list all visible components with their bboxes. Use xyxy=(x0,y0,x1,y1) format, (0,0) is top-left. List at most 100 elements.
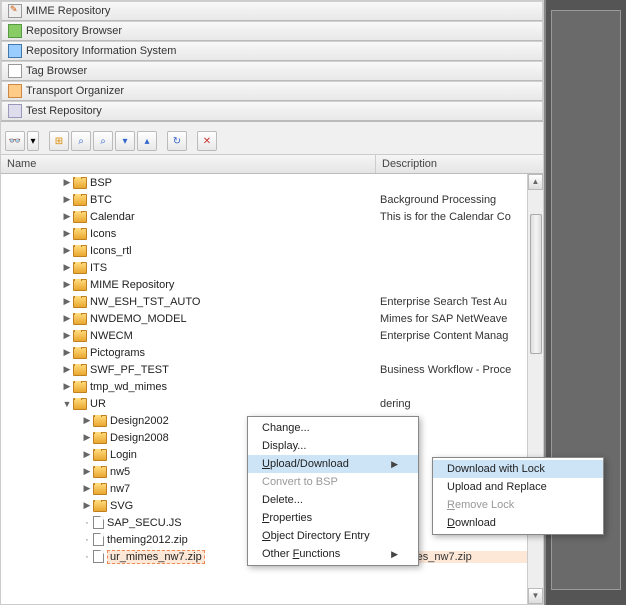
ctx-label: Delete... xyxy=(262,494,303,506)
ctx-item[interactable]: Display... xyxy=(248,437,418,455)
folder-icon xyxy=(93,466,107,478)
submenu-item[interactable]: Download with Lock xyxy=(433,460,603,478)
ctx-item[interactable]: Other Functions▶ xyxy=(248,545,418,563)
expander-icon[interactable]: ▶ xyxy=(61,262,73,274)
tree-row[interactable]: ▶NWECMEnterprise Content Manag xyxy=(1,327,543,344)
ctx-item[interactable]: Object Directory Entry xyxy=(248,527,418,545)
folder-icon xyxy=(73,381,87,393)
tree-row[interactable]: ▶NWDEMO_MODELMimes for SAP NetWeave xyxy=(1,310,543,327)
tool-find-next-icon[interactable]: ⌕ xyxy=(93,131,113,151)
tool-find-icon[interactable]: ⌕ xyxy=(71,131,91,151)
nav-icon xyxy=(8,44,22,58)
nav-label: Tag Browser xyxy=(26,65,87,77)
tree-row[interactable]: ▶ BTC Background Processing xyxy=(1,191,543,208)
expander-icon[interactable]: ▶ xyxy=(81,432,93,444)
tool-refresh-icon[interactable]: ↻ xyxy=(167,131,187,151)
expander-icon[interactable]: ▶ xyxy=(61,279,73,291)
submenu-label: Download xyxy=(447,517,496,529)
ctx-item[interactable]: Change... xyxy=(248,419,418,437)
nav-item-2[interactable]: Repository Information System xyxy=(1,41,543,61)
tool-close-icon[interactable]: ✕ xyxy=(197,131,217,151)
nav-item-0[interactable]: MIME Repository xyxy=(1,1,543,21)
submenu-item[interactable]: Upload and Replace xyxy=(433,478,603,496)
tree-row[interactable]: ▶Icons_rtl xyxy=(1,242,543,259)
expander-icon[interactable]: ▶ xyxy=(61,313,73,325)
tree-row[interactable]: ▶SWF_PF_TESTBusiness Workflow - Proce xyxy=(1,361,543,378)
expander-icon[interactable]: ▶ xyxy=(81,466,93,478)
scrollbar[interactable]: ▲ ▼ xyxy=(527,174,543,604)
folder-icon xyxy=(73,398,87,410)
tree-row[interactable]: ▶ MIME Repository xyxy=(1,276,543,293)
expander-icon[interactable]: ▼ xyxy=(61,398,73,410)
row-label: ITS xyxy=(90,262,107,274)
tree-row[interactable]: ▶ BSP xyxy=(1,174,543,191)
ctx-label: Other Functions xyxy=(262,548,340,560)
ctx-label: Properties xyxy=(262,512,312,524)
ctx-item[interactable]: Delete... xyxy=(248,491,418,509)
row-label: MIME Repository xyxy=(90,279,174,291)
expander-icon[interactable]: ▶ xyxy=(61,228,73,240)
col-name[interactable]: Name xyxy=(1,155,376,173)
row-label: Icons xyxy=(90,228,116,240)
row-label: BTC xyxy=(90,194,112,206)
tree-row[interactable]: ▶ Icons xyxy=(1,225,543,242)
expander-icon[interactable]: ▶ xyxy=(61,347,73,359)
folder-icon xyxy=(73,296,87,308)
tool-glasses-icon[interactable]: 👓 xyxy=(5,131,25,151)
row-desc: Background Processing xyxy=(376,194,543,206)
expander-icon[interactable]: ▶ xyxy=(61,194,73,206)
tool-expand-icon[interactable]: ▴ xyxy=(137,131,157,151)
row-label: Login xyxy=(110,449,137,461)
ctx-item[interactable]: Upload/Download▶ xyxy=(248,455,418,473)
row-desc: Enterprise Search Test Au xyxy=(376,296,543,308)
expander-icon[interactable]: ▶ xyxy=(61,211,73,223)
expander-icon[interactable]: ▶ xyxy=(81,483,93,495)
folder-icon xyxy=(93,415,107,427)
tree-row[interactable]: ▶Pictograms xyxy=(1,344,543,361)
expander-icon[interactable]: ▶ xyxy=(61,364,73,376)
folder-icon xyxy=(73,313,87,325)
tree-row[interactable]: ▶tmp_wd_mimes xyxy=(1,378,543,395)
row-label: BSP xyxy=(90,177,112,189)
nav-icon xyxy=(8,24,22,38)
submenu[interactable]: Download with LockUpload and ReplaceRemo… xyxy=(432,457,604,535)
tree-row[interactable]: ▶ ITS xyxy=(1,259,543,276)
expander-icon[interactable]: ▶ xyxy=(81,415,93,427)
expander-icon[interactable]: ▶ xyxy=(61,177,73,189)
expander-icon[interactable]: ▶ xyxy=(61,381,73,393)
ctx-item[interactable]: Properties xyxy=(248,509,418,527)
col-desc[interactable]: Description xyxy=(376,155,543,173)
expander-icon[interactable]: ▶ xyxy=(61,296,73,308)
submenu-item[interactable]: Download xyxy=(433,514,603,532)
tool-hierarchy-icon[interactable]: ⊞ xyxy=(49,131,69,151)
expander-icon[interactable]: ▶ xyxy=(61,245,73,257)
tree-row[interactable]: ▶NW_ESH_TST_AUTOEnterprise Search Test A… xyxy=(1,293,543,310)
folder-icon xyxy=(73,364,87,376)
tool-dropdown-icon[interactable]: ▾ xyxy=(27,131,39,151)
folder-icon xyxy=(73,330,87,342)
context-menu[interactable]: Change...Display...Upload/Download▶Conve… xyxy=(247,416,419,566)
nav-label: Transport Organizer xyxy=(26,85,124,97)
tree-header: Name Description xyxy=(1,155,543,174)
file-icon xyxy=(93,516,104,529)
ctx-label: Object Directory Entry xyxy=(262,530,370,542)
scroll-down-icon[interactable]: ▼ xyxy=(528,588,543,604)
tool-collapse-icon[interactable]: ▾ xyxy=(115,131,135,151)
expander-icon[interactable]: ▶ xyxy=(81,500,93,512)
nav-item-5[interactable]: Test Repository xyxy=(1,101,543,121)
folder-icon xyxy=(93,500,107,512)
tree-row[interactable]: ▶CalendarThis is for the Calendar Co xyxy=(1,208,543,225)
folder-icon xyxy=(73,194,87,206)
nav-item-3[interactable]: Tag Browser xyxy=(1,61,543,81)
nav-item-1[interactable]: Repository Browser xyxy=(1,21,543,41)
submenu-item: Remove Lock xyxy=(433,496,603,514)
nav-item-4[interactable]: Transport Organizer xyxy=(1,81,543,101)
scroll-thumb[interactable] xyxy=(530,214,542,354)
folder-icon xyxy=(93,483,107,495)
leaf-dot: · xyxy=(81,534,93,546)
tree-row[interactable]: ▼URdering xyxy=(1,395,543,412)
scroll-up-icon[interactable]: ▲ xyxy=(528,174,543,190)
row-label: UR xyxy=(90,398,106,410)
expander-icon[interactable]: ▶ xyxy=(81,449,93,461)
expander-icon[interactable]: ▶ xyxy=(61,330,73,342)
